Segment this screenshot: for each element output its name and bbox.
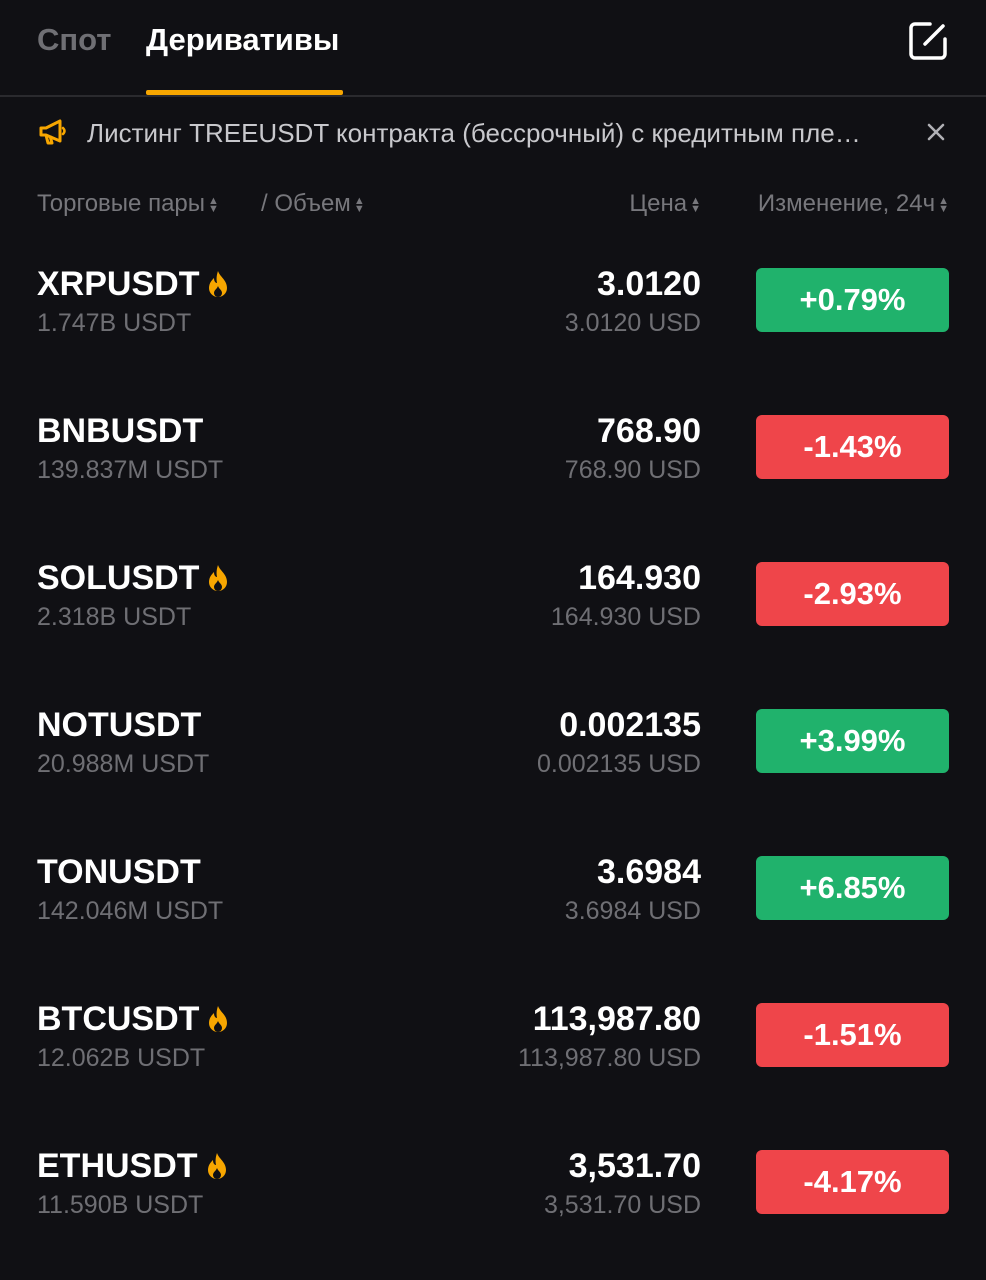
market-row[interactable]: SOLUSDT 2.318B USDT 164.930 164.930 USD …: [0, 538, 986, 685]
volume: 12.062B USDT: [37, 1044, 206, 1072]
change-badge[interactable]: +6.85%: [756, 856, 949, 920]
change-badge[interactable]: +3.99%: [756, 709, 949, 773]
volume: 2.318B USDT: [37, 603, 192, 631]
market-list: XRPUSDT 1.747B USDT 3.0120 3.0120 USD +0…: [0, 244, 986, 1273]
active-tab-indicator: [146, 90, 343, 95]
fire-icon: [207, 1000, 229, 1032]
fire-icon: [207, 265, 229, 297]
sort-pairs-button[interactable]: Торговые пары ▲ ▼: [37, 186, 219, 222]
symbol: SOLUSDT: [37, 559, 200, 597]
market-row[interactable]: NOTUSDT 20.988M USDT 0.002135 0.002135 U…: [0, 685, 986, 832]
symbol: ETHUSDT: [37, 1147, 198, 1185]
price-usd: 768.90 USD: [564, 456, 701, 484]
sort-change-button[interactable]: Изменение, 24ч ▲ ▼: [758, 186, 949, 222]
fire-icon: [206, 1147, 228, 1179]
price: 3,531.70: [568, 1147, 701, 1185]
volume: 11.590B USDT: [37, 1191, 204, 1219]
change-badge[interactable]: +0.79%: [756, 268, 949, 332]
market-row[interactable]: TONUSDT 142.046M USDT 3.6984 3.6984 USD …: [0, 832, 986, 979]
tabs-bar: Спот Деривативы: [0, 0, 986, 97]
volume: 1.747B USDT: [37, 309, 192, 337]
symbol: TONUSDT: [37, 853, 201, 891]
sort-arrows-icon: ▲ ▼: [353, 194, 365, 215]
price: 113,987.80: [532, 1000, 701, 1038]
market-row[interactable]: BTCUSDT 12.062B USDT 113,987.80 113,987.…: [0, 979, 986, 1126]
price-header-label: Цена: [629, 190, 688, 217]
price-usd: 3.0120 USD: [564, 309, 701, 337]
volume: 139.837M USDT: [37, 456, 224, 484]
sort-volume-button[interactable]: / Объем ▲ ▼: [261, 186, 365, 222]
change-badge[interactable]: -1.43%: [756, 415, 949, 479]
price-usd: 3,531.70 USD: [543, 1191, 701, 1219]
change-badge[interactable]: -4.17%: [756, 1150, 949, 1214]
volume-header-label: Объем: [274, 190, 351, 217]
tab-spot[interactable]: Спот: [37, 18, 111, 62]
market-row[interactable]: ETHUSDT 11.590B USDT 3,531.70 3,531.70 U…: [0, 1126, 986, 1273]
announcement-banner[interactable]: Листинг TREEUSDT контракта (бессрочный) …: [0, 108, 986, 158]
market-row[interactable]: XRPUSDT 1.747B USDT 3.0120 3.0120 USD +0…: [0, 244, 986, 391]
announcement-text[interactable]: Листинг TREEUSDT контракта (бессрочный) …: [87, 116, 907, 150]
header-separator: /: [261, 190, 268, 217]
price: 3.0120: [597, 265, 701, 303]
fire-icon: [207, 559, 229, 591]
sort-price-button[interactable]: Цена ▲ ▼: [629, 186, 701, 222]
market-row[interactable]: BNBUSDT 139.837M USDT 768.90 768.90 USD …: [0, 391, 986, 538]
symbol: BNBUSDT: [37, 412, 204, 450]
price-usd: 3.6984 USD: [564, 897, 701, 925]
price: 3.6984: [597, 853, 701, 891]
sort-arrows-icon: ▲ ▼: [938, 194, 949, 215]
pairs-header-label: Торговые пары: [37, 190, 206, 217]
close-icon[interactable]: [926, 122, 946, 142]
symbol: BTCUSDT: [37, 1000, 200, 1038]
tab-derivatives[interactable]: Деривативы: [146, 18, 339, 62]
megaphone-icon: [38, 118, 68, 146]
change-badge[interactable]: -1.51%: [756, 1003, 949, 1067]
symbol: NOTUSDT: [37, 706, 202, 744]
change-header-label: Изменение, 24ч: [757, 190, 936, 217]
symbol: XRPUSDT: [37, 265, 200, 303]
price-usd: 164.930 USD: [550, 603, 701, 631]
price-usd: 113,987.80 USD: [518, 1044, 701, 1072]
column-header: Торговые пары ▲ ▼ / Объем ▲ ▼ Цена ▲ ▼ Изменен…: [0, 186, 986, 222]
price-usd: 0.002135 USD: [536, 750, 701, 778]
sort-arrows-icon: ▲ ▼: [690, 194, 701, 215]
price: 164.930: [578, 559, 701, 597]
edit-icon[interactable]: [906, 19, 950, 63]
volume: 20.988M USDT: [37, 750, 210, 778]
price: 768.90: [597, 412, 701, 450]
price: 0.002135: [559, 706, 701, 744]
sort-arrows-icon: ▲ ▼: [208, 194, 219, 215]
change-badge[interactable]: -2.93%: [756, 562, 949, 626]
volume: 142.046M USDT: [37, 897, 224, 925]
